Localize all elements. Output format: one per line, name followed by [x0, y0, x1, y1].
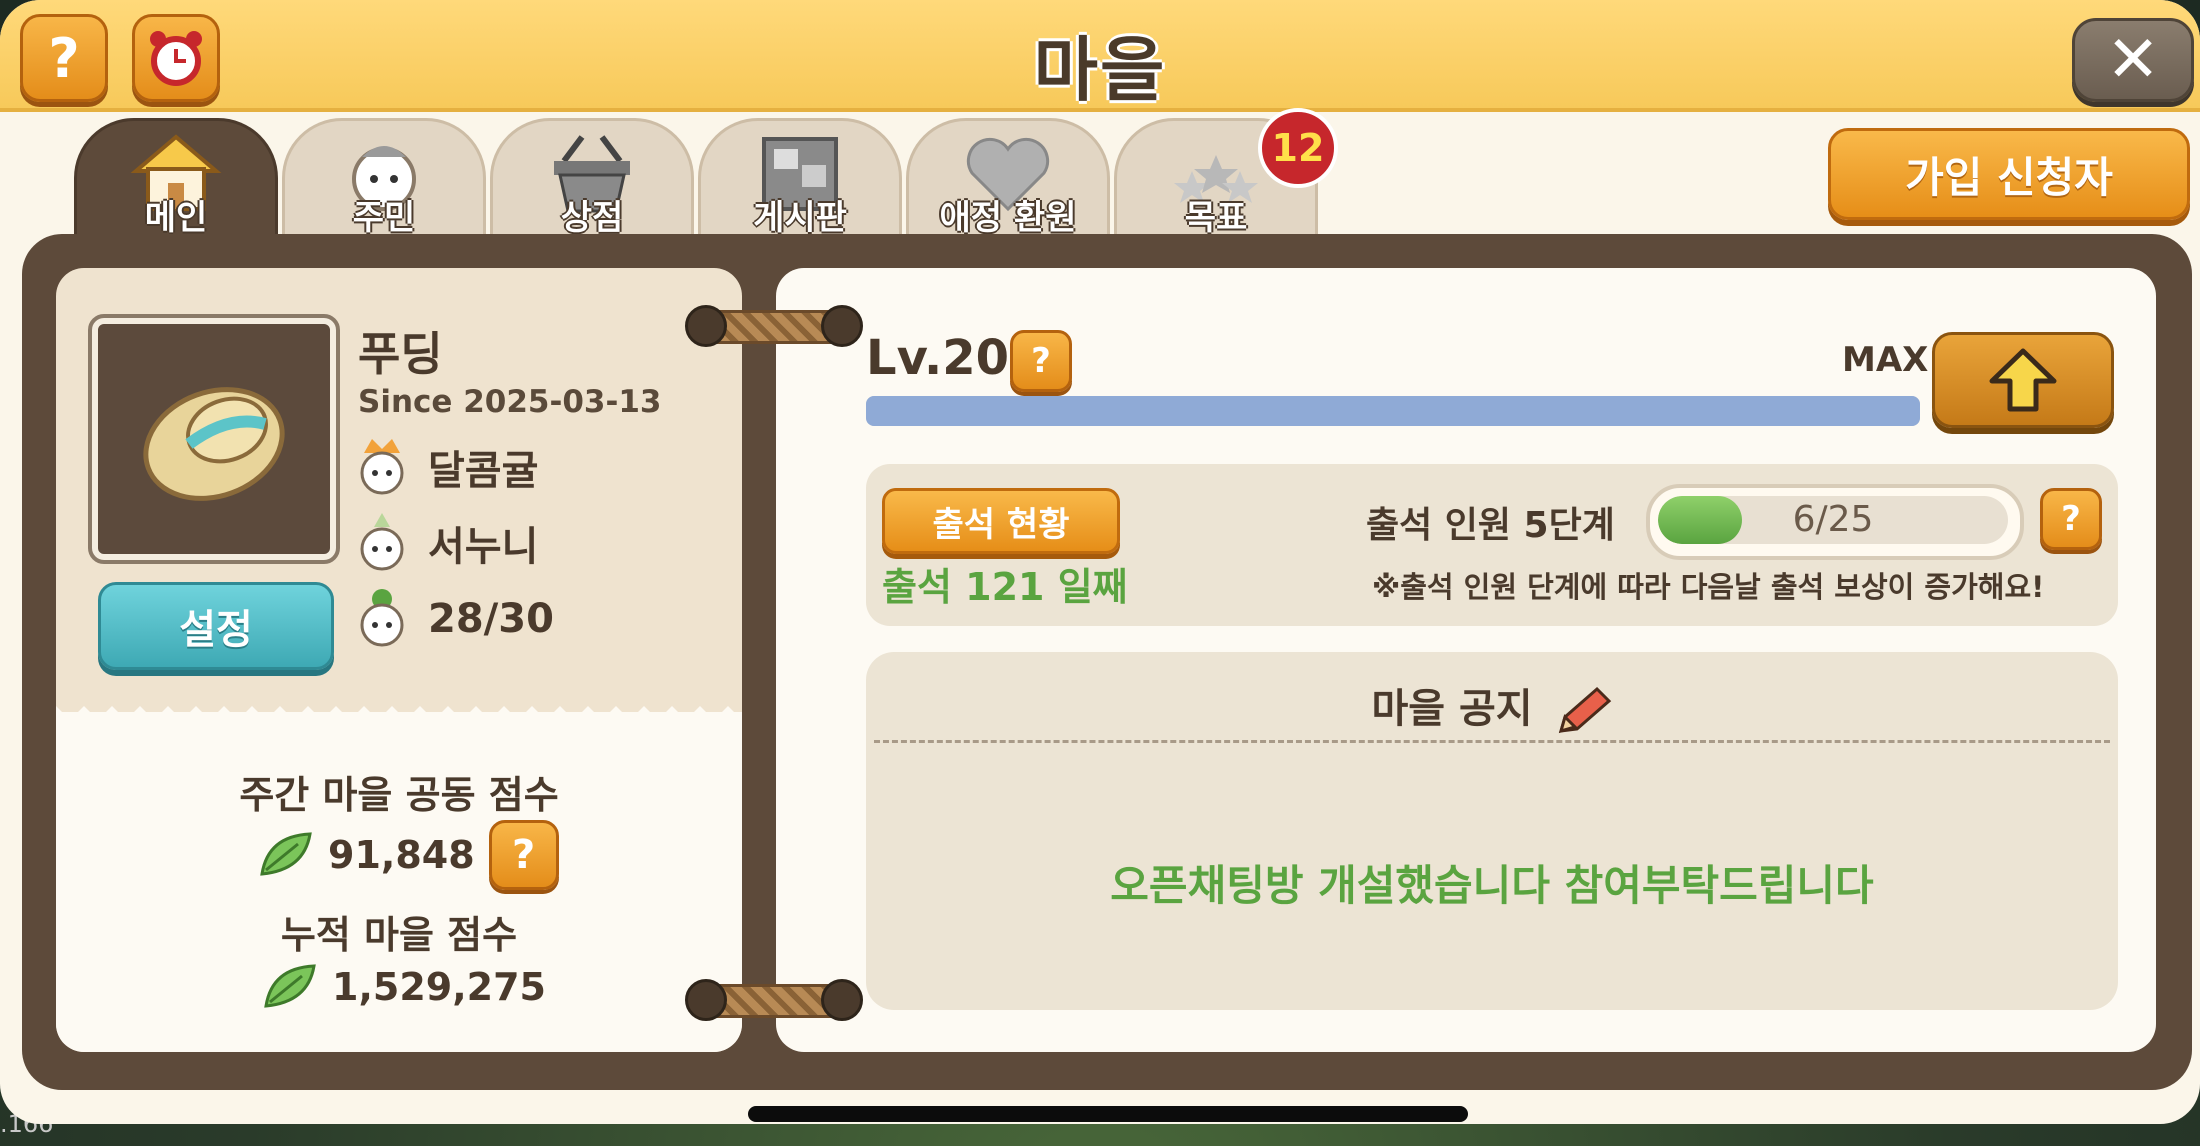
tab-label: 게시판 — [753, 198, 847, 238]
tab-residents[interactable]: 주민 — [282, 118, 486, 239]
notice-divider — [874, 740, 2110, 743]
attendance-status-button[interactable]: 출석 현황 — [882, 488, 1120, 554]
level-progress-bar — [866, 396, 1920, 426]
tab-label: 애정 환원 — [939, 198, 1077, 238]
straw-hat-icon — [143, 387, 285, 501]
close-button[interactable]: ✕ — [2072, 18, 2194, 102]
village-level: Lv.20 — [866, 330, 1009, 386]
tab-label: 주민 — [352, 198, 416, 238]
join-requests-button[interactable]: 가입 신청자 — [1828, 128, 2190, 220]
weekly-score-row: 91,848 ? — [258, 820, 559, 890]
level-progress-fill — [866, 396, 1920, 426]
total-score-value: 1,529,275 — [332, 965, 546, 1009]
question-icon: ? — [2061, 499, 2081, 539]
attendance-days: 출석 121 일째 — [882, 565, 1128, 609]
settings-button[interactable]: 설정 — [98, 582, 334, 670]
page-title: 마을 — [1033, 29, 1167, 111]
arrow-up-icon — [1989, 348, 2057, 412]
binder-ring-bottom — [685, 979, 863, 1021]
attendance-count: 6/25 — [1792, 499, 1874, 540]
tab-main[interactable]: 메인 — [74, 118, 278, 239]
attendance-progress-track: 6/25 — [1658, 496, 2008, 544]
help-button[interactable]: ? — [20, 14, 108, 102]
tab-label: 메인 — [144, 198, 208, 238]
weekly-score-help-button[interactable]: ? — [488, 820, 559, 890]
tab-label: 목표 — [1184, 198, 1248, 238]
question-icon: ? — [512, 832, 536, 878]
alarm-clock-icon — [150, 31, 202, 86]
village-window: 마을 ? ✕ 가입 신청자 메인 주민 상점 게시판 애정 환원 목표 12 푸… — [0, 0, 2200, 1124]
members-row: 28/30 — [356, 586, 554, 652]
total-score-title: 누적 마을 점수 — [280, 913, 518, 957]
leaf-resident-icon — [360, 589, 404, 647]
member-count: 28/30 — [428, 596, 554, 642]
village-name: 푸딩 — [358, 327, 443, 381]
question-icon: ? — [1031, 341, 1051, 381]
leader-row: 달콤귤 — [356, 434, 538, 500]
notice-text: 오픈채팅방 개설했습니다 참여부탁드립니다 — [1110, 861, 1874, 910]
goal-count-badge: 12 — [1258, 108, 1338, 188]
tab-shop[interactable]: 상점 — [490, 118, 694, 239]
notice-title-row: 마을 공지 — [866, 676, 2118, 737]
subleader-row: 서누니 — [356, 510, 538, 576]
crown-resident-icon — [360, 439, 404, 495]
leaf-icon — [264, 964, 316, 1008]
close-icon: ✕ — [2106, 23, 2160, 97]
total-score-row: 1,529,275 — [262, 962, 546, 1012]
notice-title: 마을 공지 — [1371, 686, 1533, 732]
attendance-note: ※출석 인원 단계에 따라 다음날 출석 보상이 증가해요! — [1372, 570, 2045, 604]
level-up-button[interactable] — [1932, 332, 2114, 428]
attendance-progress-bar: 6/25 — [1646, 484, 2024, 560]
attendance-help-button[interactable]: ? — [2040, 488, 2102, 550]
alarm-button[interactable] — [132, 14, 220, 102]
pencil-icon[interactable] — [1555, 685, 1613, 737]
binder-ring-top — [685, 305, 863, 347]
tab-label: 상점 — [560, 198, 624, 238]
level-max-label: MAX — [1842, 340, 1929, 380]
weekly-score-title: 주간 마을 공동 점수 — [239, 773, 559, 817]
leader-name: 달콤귤 — [428, 448, 539, 494]
weekly-score-value: 91,848 — [328, 833, 475, 877]
attendance-stage: 출석 인원 5단계 — [1366, 505, 1615, 546]
question-icon: ? — [48, 26, 80, 90]
sprout-resident-icon — [360, 513, 404, 571]
level-help-button[interactable]: ? — [1010, 330, 1072, 392]
tab-board[interactable]: 게시판 — [698, 118, 902, 239]
leaf-icon — [260, 832, 312, 876]
subleader-name: 서누니 — [428, 524, 539, 570]
founded-date: Since 2025-03-13 — [358, 384, 662, 420]
home-indicator[interactable] — [748, 1106, 1468, 1122]
village-emblem[interactable] — [88, 314, 340, 564]
tab-affection-return[interactable]: 애정 환원 — [906, 118, 1110, 239]
